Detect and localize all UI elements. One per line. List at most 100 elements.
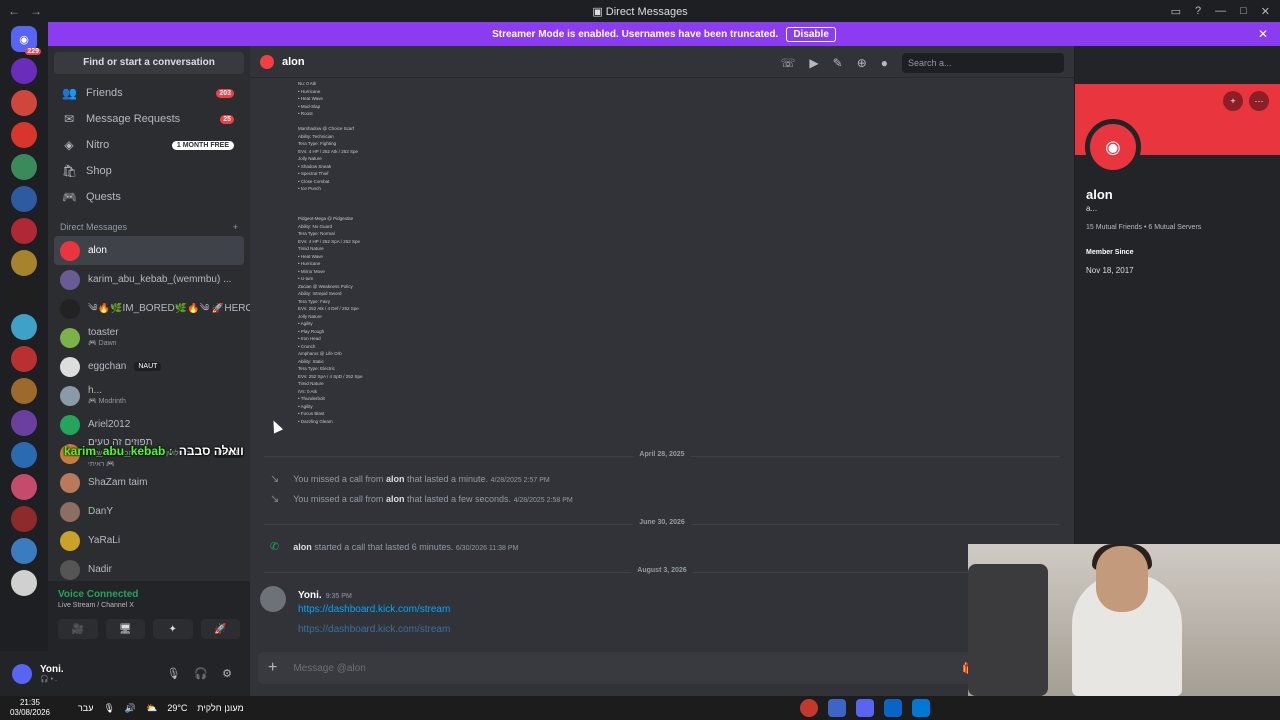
sidebar-item-message-requests[interactable]: ✉ Message Requests 25 [54,106,244,132]
message-text: You missed a call from [293,473,384,484]
server-icon[interactable] [11,186,37,212]
server-icon[interactable] [11,250,37,276]
message-input[interactable]: Message @alon [293,663,365,674]
image-text-line: Nu: 0 Atk [298,81,317,86]
message-text: started a call that lasted 6 minutes. [314,541,454,552]
soundboard-icon[interactable]: 🚀 [200,619,240,639]
dm-item[interactable]: ShaZam taim [54,468,244,497]
server-icon[interactable] [11,282,37,308]
dm-item[interactable]: ༄🔥🌿IM_BORED🌿🔥༄ 🚀HERO [54,294,250,323]
sidebar-item-quests[interactable]: 🎮 Quests [54,184,244,210]
find-conversation-button[interactable]: Find or start a conversation [54,52,244,74]
server-icon[interactable] [11,570,37,596]
gear-icon[interactable]: ⚙ [222,667,232,680]
server-icon[interactable] [11,90,37,116]
sidebar-item-shop[interactable]: 🛍 Shop [54,158,244,184]
add-friend-icon[interactable]: + [1223,91,1243,111]
stream-chat-overlay: karim_abu_kebab : וואלה סבבה [64,444,244,458]
search-input[interactable]: Search a... [902,53,1064,73]
server-icon[interactable] [11,58,37,84]
add-friend-icon[interactable]: ⊕ [857,56,867,70]
plus-icon[interactable]: + [233,222,238,232]
avatar[interactable] [12,663,32,684]
close-icon[interactable]: ✕ [1258,27,1268,41]
avatar [60,530,80,551]
webcam-head [1096,546,1148,612]
dm-item[interactable]: Ariel2012 [54,410,244,439]
app-icon[interactable] [828,699,846,717]
message-link[interactable]: https://dashboard.kick.com/stream [298,604,450,615]
server-icon[interactable] [11,378,37,404]
image-text-line: Tera Type: Fighting [298,141,337,146]
maximize-icon[interactable]: □ [1240,5,1247,17]
window-title: ▣ Direct Messages [0,5,1280,18]
image-text-line: • Spectral Thief [298,171,329,176]
clock[interactable]: 21:35 03/08/2026 [0,698,60,718]
help-icon[interactable]: ? [1195,5,1201,17]
volume-icon[interactable]: 🔊 [125,703,136,714]
server-icon[interactable] [11,474,37,500]
image-text-line: Marshadow @ Choice Scarf [298,126,355,131]
language-indicator[interactable]: עבר [78,703,93,713]
dm-item[interactable]: alon [54,236,244,265]
sidebar-item-nitro[interactable]: ◈ Nitro 1 MONTH FREE [54,132,244,158]
camera-icon[interactable]: 🎥 [58,619,98,639]
dm-list: alon karim_abu_kebab_(wemmbu) ... ༄🔥🌿IM_BO… [48,236,250,581]
dm-item[interactable]: toaster 🎮 Dawn [54,323,244,352]
server-icon[interactable] [11,410,37,436]
weather-temp[interactable]: 29°C [167,703,187,713]
microphone-icon[interactable]: 🎙 [166,667,180,680]
server-icon[interactable] [11,506,37,532]
close-window-icon[interactable]: ✕ [1261,5,1270,18]
dm-item[interactable]: YaRaLi [54,526,244,555]
home-button[interactable]: ◉ 229 [11,26,41,55]
message-user[interactable]: alon [386,494,405,504]
app-icon[interactable] [800,699,818,717]
minimize-icon[interactable]: — [1215,5,1226,17]
message-user[interactable]: alon [386,474,405,484]
message-link[interactable]: https://dashboard.kick.com/stream [298,624,450,635]
dm-item[interactable]: h... 🎮 Modrinth [54,381,244,410]
avatar[interactable] [260,586,286,612]
server-icon[interactable] [11,122,37,148]
plus-icon[interactable]: + [268,659,277,677]
server-icon[interactable] [11,442,37,468]
profile-icon[interactable]: ● [881,56,888,70]
weather-icon: ⛅ [146,702,158,713]
overlay-user: karim_abu_kebab : [64,444,173,458]
dm-item[interactable]: karim_abu_kebab_(wemmbu) ... [54,265,244,294]
server-icon[interactable] [11,538,37,564]
server-icon[interactable] [11,346,37,372]
server-icon[interactable] [11,154,37,180]
phone-icon[interactable]: ☏ [780,56,795,70]
server-icon[interactable] [11,314,37,340]
dm-item[interactable]: eggchan NAUT [54,352,244,381]
disable-button[interactable]: Disable [786,26,836,42]
screen-share-icon[interactable]: 🖥 [105,619,145,639]
dm-name: YaRaLi [88,535,121,546]
image-text-line: • Thunderbolt [298,396,325,401]
dm-item[interactable]: DanY [54,497,244,526]
pin-icon[interactable]: ✎ [833,56,843,70]
message-author[interactable]: Yoni. [298,590,322,601]
video-icon[interactable]: ▶ [809,56,818,70]
activity-icon[interactable]: ✦ [153,619,193,639]
sidebar-item-friends[interactable]: 👥 Friends 203 [54,80,244,106]
store-icon[interactable] [912,699,930,717]
microphone-icon[interactable]: 🎙 [103,703,114,714]
attached-image[interactable]: Nu: 0 Atk • Hurricane • Heat Wave • Mud-Sla… [298,80,443,432]
headphones-icon[interactable]: 🎧 [194,667,208,680]
outlook-icon[interactable] [884,699,902,717]
timestamp: 4/28/2025 2:58 PM [513,496,573,504]
image-text-line: • Roost [298,111,313,116]
server-icon[interactable] [11,218,37,244]
more-icon[interactable]: ··· [1249,91,1269,111]
voice-channel[interactable]: Live Stream / Channel X [58,602,240,609]
mutual-info[interactable]: 15 Mutual Friends • 6 Mutual Servers [1086,224,1201,231]
profile-avatar[interactable]: ◉ [1085,119,1141,175]
chat-title[interactable]: alon [282,56,305,68]
inbox-icon[interactable]: ▭ [1171,5,1181,18]
message-user[interactable]: alon [293,542,312,552]
discord-app-icon[interactable] [856,699,874,717]
dm-item[interactable]: Nadir [54,555,244,581]
